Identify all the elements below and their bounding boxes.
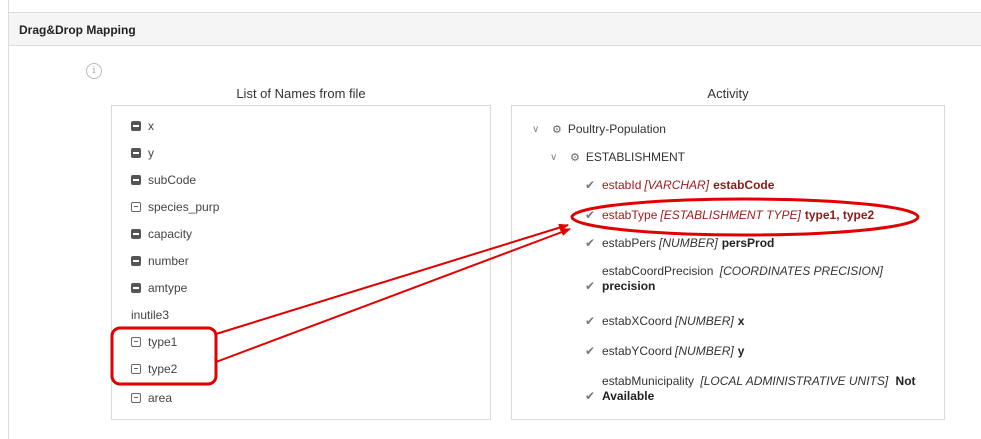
- field-row[interactable]: ✔ estabXCoord [NUMBER] x: [585, 314, 744, 328]
- square-minus-outline-icon: [131, 364, 141, 374]
- list-item[interactable]: x: [131, 116, 154, 136]
- field-row[interactable]: ✔ estabPers [NUMBER] persProd: [585, 236, 774, 250]
- field-type: [VARCHAR]: [644, 178, 710, 192]
- list-item[interactable]: capacity: [131, 224, 192, 244]
- list-item-type2[interactable]: type2: [131, 359, 177, 379]
- square-minus-outline-icon: [131, 202, 141, 212]
- field-mapped-value: estabCode: [713, 178, 775, 192]
- source-names-list: x y subCode species_purp capacity number…: [111, 105, 491, 420]
- square-minus-filled-icon: [131, 175, 141, 185]
- list-item[interactable]: area: [131, 388, 172, 408]
- list-item-type1[interactable]: type1: [131, 332, 177, 352]
- list-item[interactable]: number: [131, 251, 189, 271]
- panel-title: Drag&Drop Mapping: [19, 23, 136, 37]
- field-type: [NUMBER]: [659, 236, 718, 250]
- list-item-label: number: [148, 254, 189, 268]
- field-name: estabType: [602, 208, 658, 222]
- field-name: estabCoordPrecision: [602, 264, 714, 278]
- info-icon[interactable]: i: [86, 63, 102, 79]
- list-item-label: y: [148, 146, 154, 160]
- square-minus-filled-icon: [131, 229, 141, 239]
- field-row[interactable]: ✔ estabYCoord [NUMBER] y: [585, 344, 744, 358]
- field-type: [COORDINATES PRECISION]: [719, 264, 883, 278]
- list-item[interactable]: species_purp: [131, 197, 219, 217]
- tree-node-entity[interactable]: ∨ ⚙ ESTABLISHMENT: [550, 150, 685, 164]
- field-name: estabXCoord: [602, 314, 673, 328]
- list-item-label: area: [148, 391, 173, 405]
- field-text: estabMunicipality [LOCAL ADMINISTRATIVE …: [602, 374, 922, 404]
- check-icon: ✔: [585, 236, 596, 250]
- list-item[interactable]: y: [131, 143, 154, 163]
- field-type: [NUMBER]: [675, 344, 734, 358]
- list-item-label: subCode: [148, 173, 197, 187]
- left-column-title: List of Names from file: [236, 86, 366, 101]
- field-text: estabCoordPrecision [COORDINATES PRECISI…: [602, 264, 902, 294]
- field-type: [NUMBER]: [675, 314, 734, 328]
- check-icon: ✔: [585, 389, 596, 403]
- right-column-title: Activity: [707, 86, 749, 101]
- field-row-estabtype[interactable]: ✔ estabType [ESTABLISHMENT TYPE] type1, …: [585, 208, 874, 222]
- square-minus-filled-icon: [131, 283, 141, 293]
- square-minus-filled-icon: [131, 148, 141, 158]
- square-minus-outline-icon: [131, 393, 141, 403]
- gear-icon: ⚙: [570, 151, 580, 164]
- list-item-label: type1: [148, 335, 178, 349]
- square-minus-filled-icon: [131, 121, 141, 131]
- tree-node-root[interactable]: ∨ ⚙ Poultry-Population: [532, 122, 666, 136]
- square-minus-outline-icon: [131, 337, 141, 347]
- field-mapped-value: type1, type2: [804, 208, 875, 222]
- field-mapped-value: y: [737, 344, 745, 358]
- list-item-label: capacity: [148, 227, 193, 241]
- field-type: [LOCAL ADMINISTRATIVE UNITS]: [700, 374, 889, 388]
- list-item-label: type2: [148, 362, 178, 376]
- list-item[interactable]: amtype: [131, 278, 187, 298]
- panel-header: Drag&Drop Mapping: [8, 12, 981, 46]
- check-icon: ✔: [585, 279, 596, 293]
- field-mapped-value: x: [737, 314, 745, 328]
- field-mapped-value: precision: [602, 279, 656, 293]
- field-name: estabPers: [602, 236, 657, 250]
- field-name: estabMunicipality: [602, 374, 695, 388]
- gears-icon: ⚙: [552, 123, 562, 136]
- list-item[interactable]: subCode: [131, 170, 196, 190]
- field-mapped-value: persProd: [721, 236, 775, 250]
- list-item[interactable]: inutile3: [131, 305, 169, 325]
- check-icon: ✔: [585, 344, 596, 358]
- check-icon: ✔: [585, 178, 596, 192]
- chevron-down-icon[interactable]: ∨: [532, 124, 542, 135]
- list-item-label: amtype: [148, 281, 188, 295]
- tree-node-label: ESTABLISHMENT: [585, 150, 686, 164]
- field-type: [ESTABLISHMENT TYPE]: [660, 208, 801, 222]
- field-name: estabYCoord: [602, 344, 673, 358]
- check-icon: ✔: [585, 314, 596, 328]
- square-minus-filled-icon: [131, 256, 141, 266]
- list-item-label: x: [148, 119, 154, 133]
- field-row[interactable]: ✔: [585, 279, 602, 293]
- chevron-down-icon[interactable]: ∨: [550, 152, 560, 163]
- field-row[interactable]: ✔: [585, 389, 602, 403]
- list-item-label: inutile3: [131, 308, 170, 322]
- list-item-label: species_purp: [148, 200, 220, 214]
- check-icon: ✔: [585, 208, 596, 222]
- tree-node-label: Poultry-Population: [567, 122, 666, 136]
- field-name: estabId: [602, 178, 642, 192]
- field-row[interactable]: ✔ estabId [VARCHAR] estabCode: [585, 178, 774, 192]
- activity-tree: ∨ ⚙ Poultry-Population ∨ ⚙ ESTABLISHMENT…: [511, 105, 945, 420]
